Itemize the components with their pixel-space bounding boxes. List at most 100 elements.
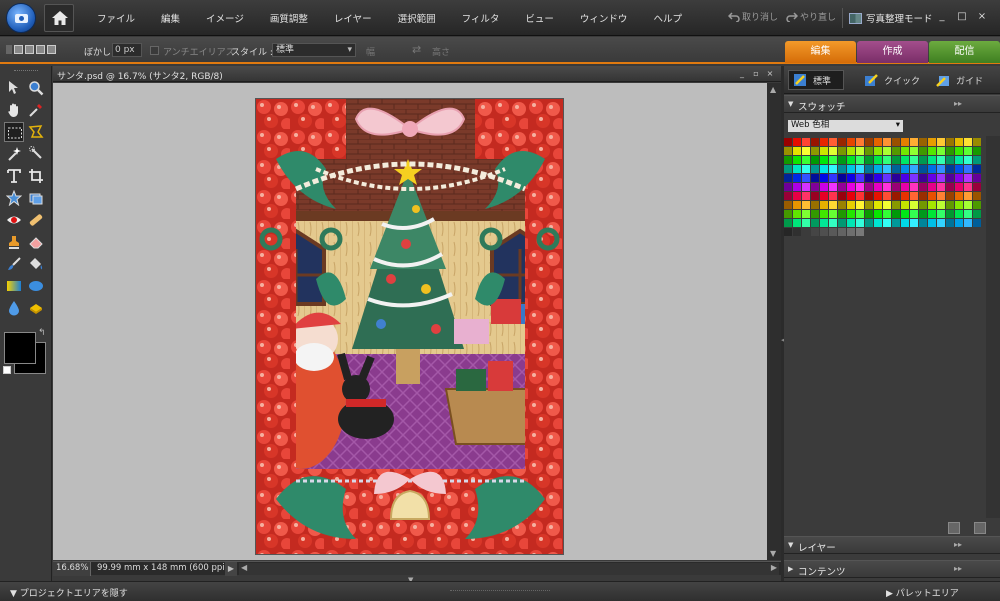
color-swatch[interactable] xyxy=(802,147,810,155)
full-edit-mode-button[interactable]: 標準 xyxy=(788,70,844,90)
project-bar-grip[interactable] xyxy=(450,590,550,593)
menu-help[interactable]: ヘルプ xyxy=(640,11,695,25)
color-swatch[interactable] xyxy=(928,210,936,218)
color-swatch[interactable] xyxy=(811,219,819,227)
marquee-tool[interactable] xyxy=(4,122,24,142)
color-swatch[interactable] xyxy=(856,219,864,227)
info-menu-arrow-icon[interactable]: ▶ xyxy=(225,562,237,576)
color-swatch[interactable] xyxy=(793,219,801,227)
undo-button[interactable]: 取り消し xyxy=(728,10,778,23)
color-swatch[interactable] xyxy=(883,192,891,200)
color-swatch[interactable] xyxy=(964,210,972,218)
color-swatch[interactable] xyxy=(919,192,927,200)
color-swatch[interactable] xyxy=(838,201,846,209)
color-swatch[interactable] xyxy=(865,147,873,155)
color-swatch[interactable] xyxy=(937,156,945,164)
color-swatch[interactable] xyxy=(865,201,873,209)
palette-bin-toggle[interactable]: ▶ パレットエリア xyxy=(886,586,959,599)
color-swatch[interactable] xyxy=(973,174,981,182)
color-swatch[interactable] xyxy=(946,147,954,155)
scroll-right-icon[interactable]: ▶ xyxy=(771,563,777,572)
color-swatch[interactable] xyxy=(937,210,945,218)
color-swatch[interactable] xyxy=(811,165,819,173)
lasso-tool[interactable] xyxy=(26,122,46,142)
menu-enhance[interactable]: 画質調整 xyxy=(257,11,321,25)
cookie-cutter-tool[interactable] xyxy=(4,188,24,208)
color-swatch[interactable] xyxy=(883,156,891,164)
color-swatch[interactable] xyxy=(955,192,963,200)
color-swatch[interactable] xyxy=(919,156,927,164)
minimize-button[interactable]: _ xyxy=(932,9,952,25)
color-swatch[interactable] xyxy=(955,210,963,218)
guided-mode-button[interactable]: ガイド xyxy=(932,70,987,90)
color-swatch[interactable] xyxy=(829,156,837,164)
color-swatch[interactable] xyxy=(883,147,891,155)
color-swatch[interactable] xyxy=(901,165,909,173)
blur-tool[interactable] xyxy=(4,298,24,318)
color-swatch[interactable] xyxy=(910,165,918,173)
color-swatch[interactable] xyxy=(784,165,792,173)
color-swatch[interactable] xyxy=(874,210,882,218)
color-swatch[interactable] xyxy=(784,201,792,209)
color-swatch[interactable] xyxy=(820,165,828,173)
color-swatch[interactable] xyxy=(793,165,801,173)
color-swatch[interactable] xyxy=(946,201,954,209)
color-swatch[interactable] xyxy=(937,165,945,173)
color-swatch[interactable] xyxy=(820,138,828,146)
color-swatch[interactable] xyxy=(802,219,810,227)
new-swatch-icon[interactable] xyxy=(948,522,960,534)
tab-edit[interactable]: 編集 xyxy=(785,41,856,63)
vertical-scrollbar[interactable]: ▲ ▼ xyxy=(767,83,781,560)
color-swatch[interactable] xyxy=(901,156,909,164)
new-selection-icon[interactable] xyxy=(14,45,23,54)
color-swatch[interactable] xyxy=(820,228,828,236)
color-swatch[interactable] xyxy=(883,219,891,227)
color-swatch[interactable] xyxy=(847,210,855,218)
color-swatch[interactable] xyxy=(838,147,846,155)
color-swatch[interactable] xyxy=(964,192,972,200)
color-swatch[interactable] xyxy=(910,192,918,200)
color-swatch[interactable] xyxy=(919,147,927,155)
straighten-tool[interactable] xyxy=(26,188,46,208)
color-swatch[interactable] xyxy=(928,165,936,173)
color-swatch[interactable] xyxy=(910,138,918,146)
color-swatch[interactable] xyxy=(955,156,963,164)
color-swatch[interactable] xyxy=(829,183,837,191)
color-swatch[interactable] xyxy=(937,183,945,191)
color-swatch[interactable] xyxy=(811,183,819,191)
color-swatch[interactable] xyxy=(865,174,873,182)
color-swatch[interactable] xyxy=(829,138,837,146)
color-swatch[interactable] xyxy=(892,156,900,164)
color-swatch[interactable] xyxy=(793,201,801,209)
gradient-tool[interactable] xyxy=(4,276,24,296)
color-swatch[interactable] xyxy=(784,156,792,164)
color-swatch[interactable] xyxy=(874,138,882,146)
color-swatch[interactable] xyxy=(883,174,891,182)
color-swatch[interactable] xyxy=(802,201,810,209)
color-swatch[interactable] xyxy=(937,192,945,200)
color-swatch[interactable] xyxy=(838,210,846,218)
color-swatch[interactable] xyxy=(946,192,954,200)
color-swatch[interactable] xyxy=(928,183,936,191)
color-swatch[interactable] xyxy=(802,156,810,164)
app-logo-icon[interactable] xyxy=(6,3,36,33)
color-swatch[interactable] xyxy=(838,156,846,164)
menu-view[interactable]: ビュー xyxy=(512,11,567,25)
swap-colors-icon[interactable]: ↰ xyxy=(38,328,46,338)
color-swatch[interactable] xyxy=(874,201,882,209)
color-swatch[interactable] xyxy=(784,219,792,227)
feather-input[interactable]: 0 px xyxy=(112,43,142,57)
document-image[interactable] xyxy=(255,98,564,555)
color-swatch[interactable] xyxy=(793,210,801,218)
color-swatch[interactable] xyxy=(955,138,963,146)
color-swatch[interactable] xyxy=(928,201,936,209)
color-swatch[interactable] xyxy=(973,210,981,218)
color-swatch[interactable] xyxy=(955,219,963,227)
color-swatch[interactable] xyxy=(901,174,909,182)
color-swatch[interactable] xyxy=(919,219,927,227)
color-swatch[interactable] xyxy=(955,201,963,209)
color-swatch[interactable] xyxy=(892,192,900,200)
menu-edit[interactable]: 編集 xyxy=(148,11,193,25)
color-swatch[interactable] xyxy=(910,183,918,191)
color-swatch[interactable] xyxy=(847,165,855,173)
